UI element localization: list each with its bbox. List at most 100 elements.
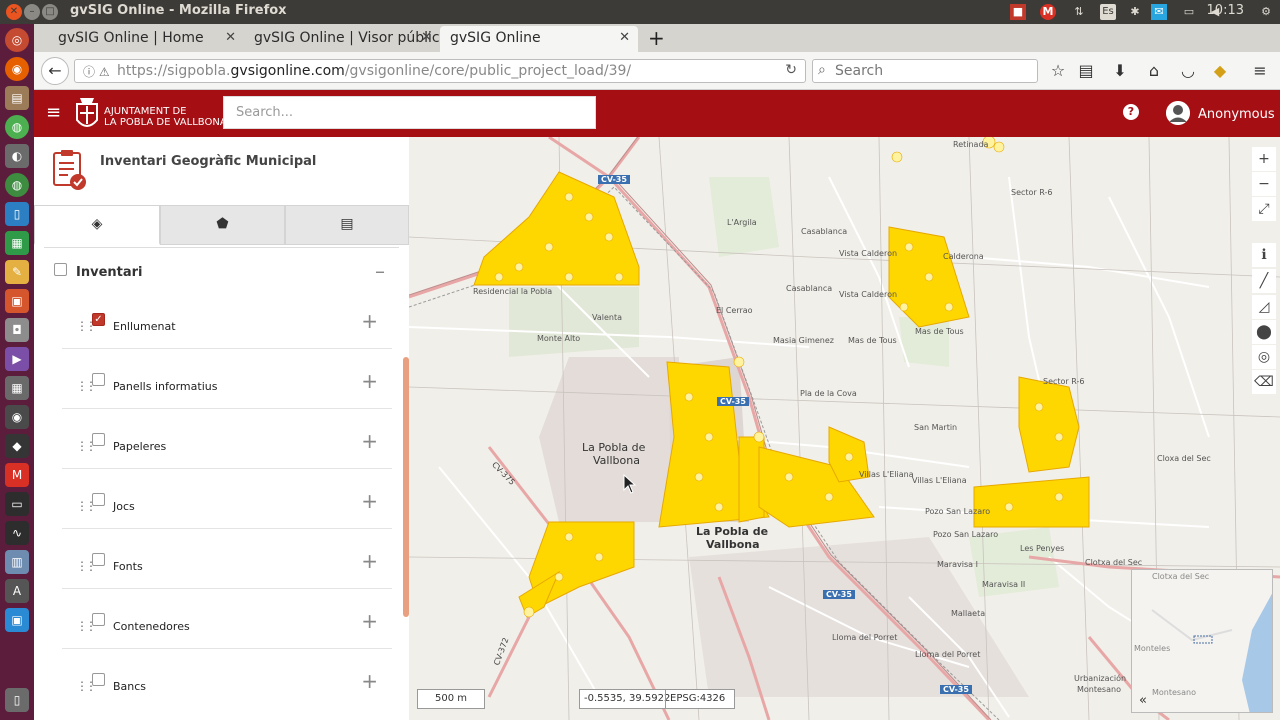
gimp-icon[interactable]: ◐ bbox=[5, 144, 29, 168]
chrome-icon[interactable]: ◍ bbox=[5, 115, 29, 139]
expand-icon[interactable]: + bbox=[361, 429, 378, 453]
zoom-out-button[interactable]: − bbox=[1252, 172, 1276, 196]
tab-close-icon[interactable]: ✕ bbox=[421, 30, 432, 45]
layer-item-bancs[interactable]: ⋮⋮ Bancs + bbox=[62, 657, 392, 709]
expand-icon[interactable]: + bbox=[361, 609, 378, 633]
trash-icon[interactable]: ▯ bbox=[5, 688, 29, 712]
gmail-icon[interactable]: M bbox=[1040, 4, 1056, 20]
browser-tab-gvsig[interactable]: gvSIG Online ✕ bbox=[440, 26, 638, 52]
layer-item-jocs[interactable]: ⋮⋮ Jocs + bbox=[62, 477, 392, 529]
info-icon[interactable]: ℹ bbox=[1252, 243, 1276, 267]
reload-icon[interactable]: ↻ bbox=[785, 62, 797, 78]
power-gear-icon[interactable]: ⚙ bbox=[1258, 4, 1274, 20]
back-button[interactable]: ← bbox=[41, 57, 69, 85]
download-icon[interactable]: ⬇ bbox=[1108, 59, 1132, 83]
layer-checkbox[interactable] bbox=[92, 373, 105, 386]
hamburger-menu-icon[interactable]: ≡ bbox=[46, 102, 61, 123]
url-bar[interactable]: ⓘ ⚠ https://sigpobla.gvsigonline.com/gvs… bbox=[74, 59, 806, 83]
layer-item-panells[interactable]: ⋮⋮ Panells informatius + bbox=[62, 357, 392, 409]
tab-layers[interactable]: ◈ bbox=[34, 205, 160, 245]
qgis-icon[interactable]: ◆ bbox=[5, 434, 29, 458]
expand-icon[interactable]: + bbox=[361, 369, 378, 393]
collapse-icon[interactable]: – bbox=[375, 259, 385, 283]
measure-line-icon[interactable]: ╱ bbox=[1252, 269, 1276, 293]
group-checkbox[interactable] bbox=[54, 263, 67, 276]
new-tab-button[interactable]: + bbox=[648, 26, 665, 50]
expand-icon[interactable]: + bbox=[361, 549, 378, 573]
layer-item-contenedores[interactable]: ⋮⋮ Contenedores + bbox=[62, 597, 392, 649]
home-icon[interactable]: ⌂ bbox=[1142, 59, 1166, 83]
overview-collapse-button[interactable]: « bbox=[1131, 689, 1155, 713]
archive-icon[interactable]: ▥ bbox=[5, 550, 29, 574]
pocket-icon[interactable]: ◡ bbox=[1176, 59, 1200, 83]
tab-close-icon[interactable]: ✕ bbox=[619, 30, 630, 45]
measure-area-icon[interactable]: ◿ bbox=[1252, 295, 1276, 319]
eraser-icon[interactable]: ⌫ bbox=[1252, 370, 1276, 394]
globe-icon[interactable]: ◍ bbox=[5, 173, 29, 197]
browser-search-input[interactable]: ⌕ Search bbox=[812, 59, 1038, 83]
impress-icon[interactable]: ▣ bbox=[5, 289, 29, 313]
network-arrows-icon[interactable]: ⇅ bbox=[1071, 4, 1087, 20]
battery-icon[interactable]: ▭ bbox=[1181, 4, 1197, 20]
menu-icon[interactable]: ≡ bbox=[1248, 59, 1272, 83]
expand-icon[interactable]: + bbox=[361, 309, 378, 333]
camera-app-icon[interactable]: ◘ bbox=[5, 318, 29, 342]
window-close-button[interactable]: ✕ bbox=[6, 4, 22, 20]
layer-item-papeleres[interactable]: ⋮⋮ Papeleres + bbox=[62, 417, 392, 469]
vm-icon[interactable]: ▣ bbox=[5, 608, 29, 632]
window-maximize-button[interactable]: □ bbox=[42, 4, 58, 20]
location-pin-icon[interactable]: ⬤ bbox=[1252, 320, 1276, 344]
ubuntu-icon[interactable]: ◎ bbox=[5, 28, 29, 52]
document-icon[interactable]: ▯ bbox=[5, 202, 29, 226]
user-avatar-icon[interactable] bbox=[1166, 101, 1190, 125]
extension-icon[interactable]: ◆ bbox=[1208, 59, 1232, 83]
reading-list-icon[interactable]: ▤ bbox=[1074, 59, 1098, 83]
window-minimize-button[interactable]: – bbox=[24, 4, 40, 20]
zoom-in-button[interactable]: + bbox=[1252, 147, 1276, 171]
font-viewer-icon[interactable]: A bbox=[5, 579, 29, 603]
browser-tab-strip: gvSIG Online | Home ✕ gvSIG Online | Vis… bbox=[34, 24, 1280, 52]
terminal-icon[interactable]: ▭ bbox=[5, 492, 29, 516]
info-lock-icon[interactable]: ⓘ ⚠ bbox=[83, 63, 110, 80]
layer-checkbox[interactable] bbox=[92, 613, 105, 626]
map-canvas[interactable]: La Pobla de Vallbona La Pobla de Vallbon… bbox=[409, 137, 1280, 720]
camera-icon[interactable]: ■ bbox=[1010, 4, 1026, 20]
eye-icon[interactable]: ◉ bbox=[5, 405, 29, 429]
system-monitor-icon[interactable]: ∿ bbox=[5, 521, 29, 545]
expand-icon[interactable]: + bbox=[361, 489, 378, 513]
layer-checkbox[interactable] bbox=[92, 493, 105, 506]
app-search-input[interactable]: Search... bbox=[223, 96, 596, 129]
files-icon[interactable]: ▤ bbox=[5, 86, 29, 110]
gmail-launcher-icon[interactable]: M bbox=[5, 463, 29, 487]
layer-group-inventari[interactable]: Inventari – bbox=[44, 253, 399, 291]
browser-tab-visor[interactable]: gvSIG Online | Visor públic ✕ bbox=[244, 26, 440, 52]
keyboard-layout-indicator[interactable]: Es bbox=[1100, 4, 1116, 20]
layer-checkbox[interactable] bbox=[92, 673, 105, 686]
epsg-select[interactable]: EPSG:4326 bbox=[665, 690, 729, 708]
layer-checkbox[interactable] bbox=[92, 553, 105, 566]
mail-icon[interactable]: ✉ bbox=[1151, 4, 1167, 20]
layer-item-fonts[interactable]: ⋮⋮ Fonts + bbox=[62, 537, 392, 589]
full-extent-icon[interactable]: ⤢ bbox=[1252, 197, 1276, 221]
layer-checkbox[interactable] bbox=[92, 433, 105, 446]
layer-item-enllumenat[interactable]: ⋮⋮ ✓ Enllumenat + bbox=[62, 297, 392, 349]
tab-details[interactable]: ▤ bbox=[285, 205, 409, 245]
bluetooth-icon[interactable]: ✱ bbox=[1127, 4, 1143, 20]
overview-label: Montesano bbox=[1152, 688, 1196, 697]
expand-icon[interactable]: + bbox=[361, 669, 378, 693]
bookmark-star-icon[interactable]: ☆ bbox=[1046, 59, 1070, 83]
firefox-icon[interactable]: ◉ bbox=[5, 57, 29, 81]
tab-legend[interactable]: ⬟ bbox=[160, 205, 285, 245]
spreadsheet-icon[interactable]: ▦ bbox=[5, 231, 29, 255]
road-shield: CV-35 bbox=[717, 397, 749, 406]
text-editor-icon[interactable]: ✎ bbox=[5, 260, 29, 284]
tab-close-icon[interactable]: ✕ bbox=[225, 30, 236, 45]
layer-checkbox[interactable]: ✓ bbox=[92, 313, 105, 326]
media-icon[interactable]: ▶ bbox=[5, 347, 29, 371]
user-name[interactable]: Anonymous bbox=[1198, 107, 1275, 122]
help-icon[interactable]: ? bbox=[1123, 104, 1139, 120]
clock[interactable]: 10:13 bbox=[1207, 3, 1244, 18]
calculator-icon[interactable]: ▦ bbox=[5, 376, 29, 400]
browser-tab-home[interactable]: gvSIG Online | Home ✕ bbox=[48, 26, 244, 52]
geolocate-icon[interactable]: ◎ bbox=[1252, 345, 1276, 369]
